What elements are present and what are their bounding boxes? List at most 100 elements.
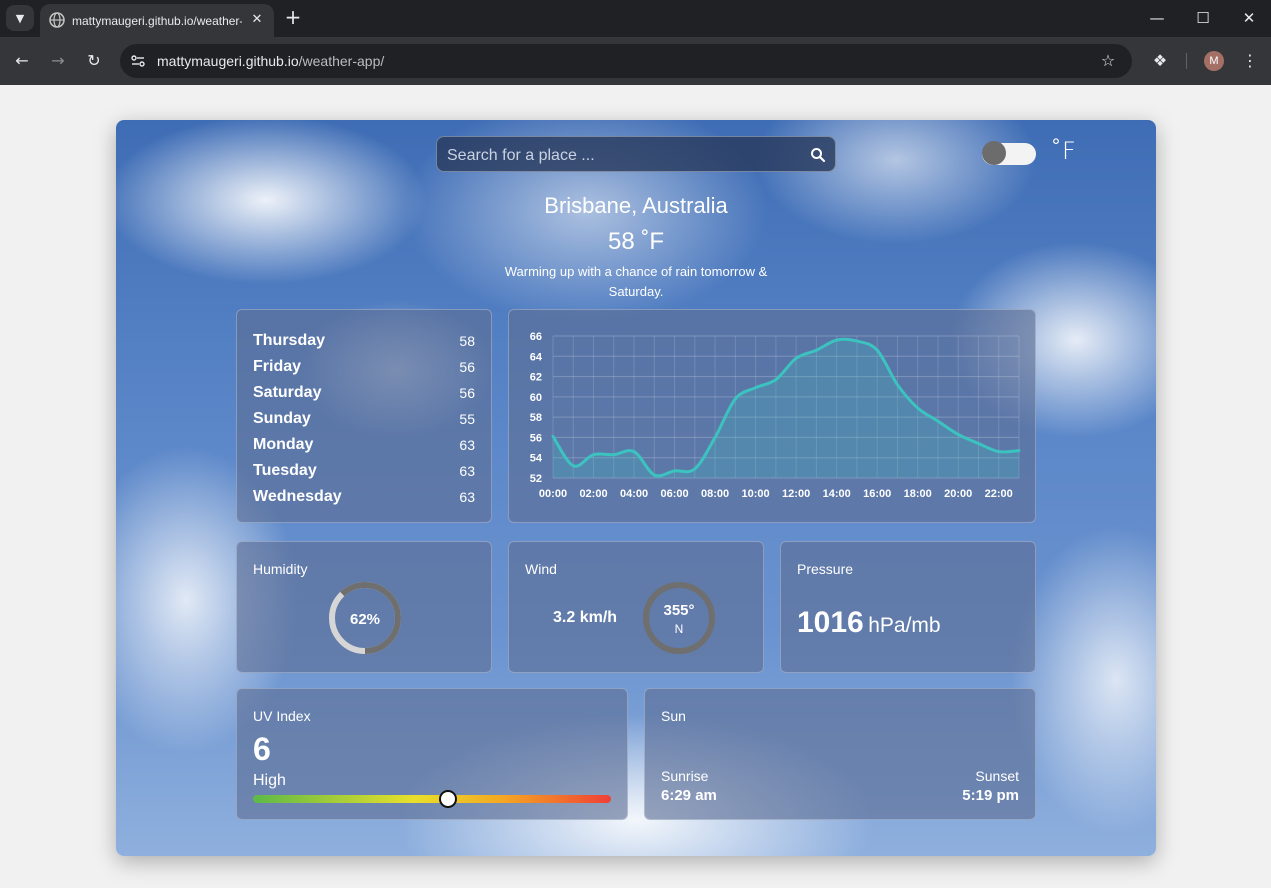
- uv-value: 6: [253, 731, 271, 767]
- chart-svg: 52 54 56 58 60 62 64 66 00:00 02:00 04:00 06:00 08:0…: [530, 331, 1021, 500]
- x-tick-label: 06:00: [660, 488, 688, 500]
- forecast-row: Saturday 56: [253, 382, 475, 404]
- y-tick-label: 52: [530, 473, 542, 485]
- humidity-card: Humidity 62%: [236, 541, 492, 673]
- tab-title: mattymaugeri.github.io/weather-app/: [72, 14, 242, 28]
- x-tick-label: 22:00: [985, 488, 1013, 500]
- temperature-point: [917, 408, 918, 409]
- new-tab-icon[interactable]: +: [282, 7, 304, 29]
- temperature-point: [816, 350, 817, 351]
- uv-label: UV Index: [253, 708, 311, 724]
- forecast-day: Thursday: [253, 332, 326, 349]
- temperature-area: [553, 339, 1019, 478]
- search-icon[interactable]: [809, 146, 827, 164]
- temperature-point: [553, 436, 554, 437]
- temperature-point: [573, 465, 574, 466]
- forecast-temp: 56: [459, 359, 475, 375]
- forecast-day: Saturday: [253, 384, 322, 401]
- forecast-row: Monday 63: [253, 434, 475, 456]
- temperature-point: [796, 358, 797, 359]
- forecast-row: Friday 56: [253, 356, 475, 378]
- location-name: Brisbane, Australia: [544, 193, 728, 218]
- y-tick-label: 58: [530, 412, 542, 424]
- forecast-temp: 58: [459, 333, 475, 349]
- uv-level: High: [253, 772, 286, 789]
- current-temperature: 58 ˚F: [607, 228, 664, 255]
- x-tick-label: 08:00: [701, 488, 729, 500]
- unit-toggle[interactable]: [982, 140, 1036, 166]
- x-tick-label: 12:00: [782, 488, 810, 500]
- wind-card: Wind 3.2 km/h 355° N: [508, 541, 764, 673]
- toggle-knob: [982, 141, 1006, 165]
- wind-degrees: 355°: [663, 602, 694, 619]
- address-bar[interactable]: mattymaugeri.github.io/weather-app/ ☆: [120, 44, 1132, 78]
- pressure-card: Pressure 1016 hPa/mb: [780, 541, 1036, 673]
- humidity-label: Humidity: [253, 561, 308, 577]
- forecast-day: Sunday: [253, 410, 311, 427]
- temperature-point: [735, 398, 736, 399]
- temperature-point: [998, 451, 999, 452]
- search-bar: [436, 136, 836, 172]
- browser-tab[interactable]: mattymaugeri.github.io/weather-app/ ✕: [40, 4, 274, 37]
- temperature-point: [775, 379, 776, 380]
- tab-strip: ▼ mattymaugeri.github.io/weather-app/ ✕ …: [0, 0, 1271, 37]
- x-tick-label: 16:00: [863, 488, 891, 500]
- wind-direction: N: [675, 622, 684, 636]
- profile-avatar[interactable]: M: [1204, 51, 1224, 71]
- uv-index-card: UV Index 6 High: [236, 688, 628, 820]
- temperature-point: [674, 470, 675, 471]
- x-tick-label: 04:00: [620, 488, 648, 500]
- site-settings-icon[interactable]: [130, 53, 146, 69]
- pressure-reading: 1016 hPa/mb: [797, 606, 941, 640]
- uv-indicator: [439, 790, 458, 808]
- temperature-point: [715, 437, 716, 438]
- maximize-icon[interactable]: ☐: [1188, 6, 1218, 30]
- uv-scale-bar: [253, 790, 611, 808]
- browser-toolbar: ← → ↻ mattymaugeri.github.io/weather-app…: [0, 37, 1271, 85]
- temperature-point: [654, 474, 655, 475]
- pressure-unit: hPa/mb: [868, 614, 941, 637]
- temperature-point: [1019, 450, 1020, 451]
- wind-compass: 355° N: [643, 582, 715, 654]
- wind-label: Wind: [525, 561, 557, 577]
- extensions-icon[interactable]: ❖: [1148, 49, 1172, 73]
- x-tick-label: 18:00: [904, 488, 932, 500]
- pressure-label: Pressure: [797, 561, 854, 577]
- y-tick-label: 60: [530, 392, 542, 404]
- toolbar-divider: [1186, 53, 1187, 69]
- back-icon[interactable]: ←: [10, 49, 34, 73]
- humidity-value: 62%: [350, 611, 380, 628]
- pressure-value: 1016: [797, 606, 864, 639]
- close-tab-icon[interactable]: ✕: [248, 11, 266, 29]
- temperature-point: [593, 454, 594, 455]
- forecast-day: Wednesday: [253, 488, 342, 505]
- sun-label: Sun: [661, 708, 686, 724]
- more-menu-icon[interactable]: ⋮: [1238, 49, 1262, 73]
- x-tick-label: 02:00: [579, 488, 607, 500]
- temperature-point: [694, 468, 695, 469]
- bookmark-star-icon[interactable]: ☆: [1098, 51, 1118, 71]
- forecast-temp: 55: [459, 411, 475, 427]
- sun-card: Sun Sunrise 6:29 am Sunset 5:19 pm: [644, 688, 1036, 820]
- y-tick-label: 62: [530, 372, 542, 384]
- temperature-point: [856, 341, 857, 342]
- forecast-row: Tuesday 63: [253, 460, 475, 482]
- close-window-icon[interactable]: ✕: [1234, 6, 1264, 30]
- sunrise-label: Sunrise: [661, 768, 709, 784]
- globe-icon: [49, 12, 65, 28]
- forecast-temp: 63: [459, 437, 475, 453]
- minimize-icon[interactable]: —: [1142, 6, 1172, 30]
- forecast-row: Thursday 58: [253, 330, 475, 352]
- search-input[interactable]: [445, 143, 799, 169]
- url-host: mattymaugeri.github.io: [157, 53, 299, 69]
- weather-summary: Warming up with a chance of rain tomorro…: [504, 264, 768, 299]
- forecast-day: Tuesday: [253, 462, 317, 479]
- reload-icon[interactable]: ↻: [82, 49, 106, 73]
- tab-search-button[interactable]: ▼: [6, 5, 34, 31]
- y-tick-label: 54: [530, 453, 543, 465]
- forward-icon[interactable]: →: [46, 49, 70, 73]
- unit-label: ˚F: [1050, 137, 1076, 165]
- forecast-temp: 63: [459, 463, 475, 479]
- sunset-label: Sunset: [975, 768, 1019, 784]
- temperature-point: [877, 350, 878, 351]
